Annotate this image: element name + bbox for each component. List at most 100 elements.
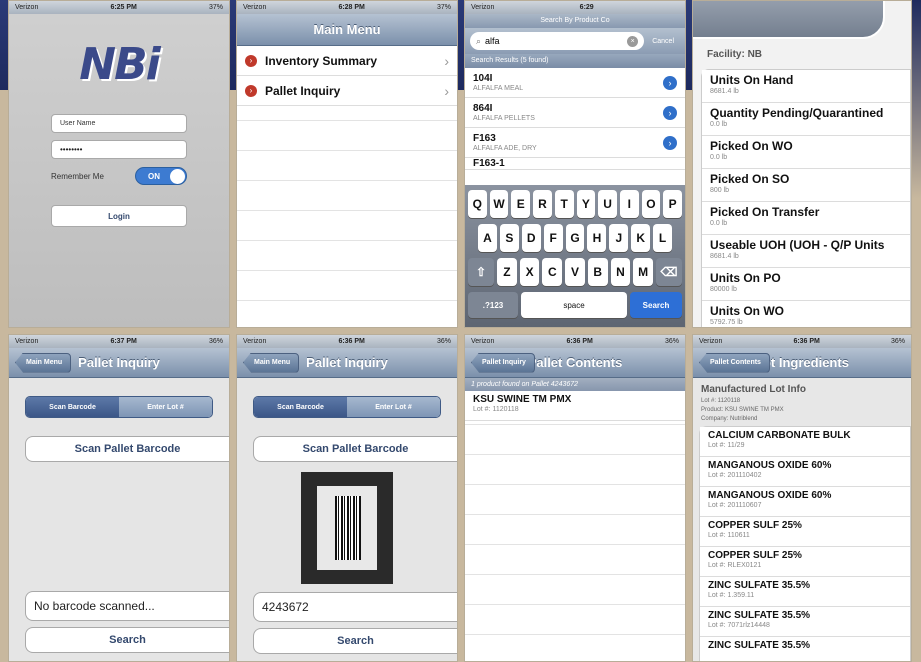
login-button[interactable]: Login [51,205,187,227]
lot-info: Manufactured Lot Info Lot #: 1120118 Pro… [693,378,911,426]
remember-row: Remember Me ON [51,167,187,185]
key-z[interactable]: Z [497,258,517,286]
summary-label: Quantity Pending/Quarantined [710,106,884,120]
result-name: ALFALFA PELLETS [473,115,535,122]
chevron-right-icon: › [444,82,449,99]
key-f[interactable]: F [543,224,563,252]
carrier: Verizon [15,338,39,345]
item-name: KSU SWINE TM PMX [473,394,572,405]
back-button[interactable]: Main Menu [243,352,300,373]
list-item[interactable]: KSU SWINE TM PMX Lot #: 1120118 [465,391,685,421]
segment-label: Enter Lot # [147,403,184,411]
backspace-key-icon[interactable]: ⌫ [656,258,683,286]
key-w[interactable]: W [489,190,509,218]
key-label: Search [642,300,670,310]
ingredient-row[interactable]: COPPER SULF 25% Lot #: 110611 [700,517,910,547]
status-bar: Verizon 6:36 PM 36% [693,335,911,348]
ingredient-row[interactable]: ZINC SULFATE 35.5% Lot #: 7071rlz14448 [700,607,910,637]
search-button[interactable]: Search [25,627,229,653]
back-label: Pallet Contents [710,359,761,366]
search-button[interactable]: Search [253,628,457,654]
key-b[interactable]: B [587,258,608,286]
menu-item-pallet-inquiry[interactable]: › Pallet Inquiry › [237,76,457,106]
result-row[interactable]: 104I ALFALFA MEAL › [465,68,685,98]
menu-item-label: Pallet Inquiry [265,83,341,98]
facility-header: Facility: NB [693,49,911,65]
key-g[interactable]: G [565,224,585,252]
summary-label: Useable UOH (UOH - Q/P Units [710,238,885,252]
password-field[interactable]: •••••••• [51,140,187,159]
segment-label: Scan Barcode [277,403,324,411]
key-k[interactable]: K [631,224,651,252]
cancel-button[interactable]: Cancel [652,38,674,45]
key-s[interactable]: S [499,224,519,252]
segment-scan-barcode[interactable]: Scan Barcode [26,397,119,417]
key-q[interactable]: Q [468,190,487,218]
ingredient-row[interactable]: ZINC SULFATE 35.5% Lot #: 1.359.11 [700,577,910,607]
detail-disclosure-icon[interactable]: › [663,105,677,120]
search-header-label: Search By Product Co [540,17,610,24]
clear-icon[interactable]: × [627,35,639,47]
result-row[interactable]: F163-1 [465,158,685,170]
username-field[interactable]: User Name [51,114,187,133]
ingredient-list: CALCIUM CARBONATE BULK Lot #: 11/29 MANGAN… [699,426,911,661]
result-row[interactable]: 864I ALFALFA PELLETS › [465,98,685,128]
ingredient-row[interactable]: MANGANOUS OXIDE 60% Lot #: 201110402 [700,457,910,487]
barcode-field[interactable]: 4243672 [253,592,457,622]
key-p[interactable]: P [663,190,683,218]
key-c[interactable]: C [542,258,563,286]
key-a[interactable]: A [478,224,497,252]
segment-scan-barcode[interactable]: Scan Barcode [254,397,347,417]
back-button[interactable]: Pallet Inquiry [471,352,535,373]
clock: 6:25 PM [110,4,137,11]
ingredient-lot: Lot #: RLEX0121 [708,562,762,569]
ingredient-lot: Lot #: 110611 [708,532,750,539]
ingredient-row[interactable]: CALCIUM CARBONATE BULK Lot #: 11/29 [700,427,910,457]
detail-disclosure-icon[interactable]: › [663,75,677,90]
key-j[interactable]: J [609,224,629,252]
key-h[interactable]: H [587,224,607,252]
key-e[interactable]: E [511,190,531,218]
key-d[interactable]: D [521,224,541,252]
back-label: Main Menu [254,359,291,366]
ingredient-row[interactable]: COPPER SULF 25% Lot #: RLEX0121 [700,547,910,577]
key-i[interactable]: I [619,190,639,218]
scan-pallet-barcode-button[interactable]: Scan Pallet Barcode [25,436,229,462]
result-code: F163-1 [473,158,505,169]
nav-bar: Main Menu Pallet Inquiry [9,348,229,378]
segment-enter-lot[interactable]: Enter Lot # [347,397,440,417]
key-r[interactable]: R [533,190,552,218]
key-o[interactable]: O [641,190,661,218]
key-t[interactable]: T [554,190,574,218]
back-button[interactable]: Pallet Contents [699,352,770,373]
shift-key-icon[interactable]: ⇧ [468,258,494,286]
key-m[interactable]: M [633,258,654,286]
scan-pallet-barcode-button[interactable]: Scan Pallet Barcode [253,436,457,462]
key-search[interactable]: Search [630,292,682,318]
key-numbers[interactable]: .?123 [468,292,518,318]
battery: 36% [436,338,451,345]
key-x[interactable]: X [519,258,540,286]
summary-value: 5792.75 lb [710,319,743,326]
search-input[interactable]: ⌕ alfa × [470,32,645,50]
button-label: Search [337,635,374,647]
lot-number: Lot #: 1120118 [701,398,741,404]
ingredient-row[interactable]: MANGANOUS OXIDE 60% Lot #: 201110607 [700,487,910,517]
battery: 37% [208,4,223,11]
summary-row: Useable UOH (UOH - Q/P Units 8681.4 lb [702,235,910,268]
key-v[interactable]: V [565,258,585,286]
key-u[interactable]: U [598,190,617,218]
key-y[interactable]: Y [576,190,596,218]
detail-disclosure-icon[interactable]: › [663,135,677,150]
result-row[interactable]: F163 ALFALFA ADE, DRY › [465,128,685,158]
segment-enter-lot[interactable]: Enter Lot # [119,397,212,417]
remember-toggle[interactable]: ON [135,167,187,185]
back-button[interactable]: Main Menu [15,352,72,373]
battery: 36% [890,338,905,345]
ingredient-row[interactable]: ZINC SULFATE 35.5% [700,637,910,661]
key-l[interactable]: L [653,224,673,252]
key-n[interactable]: N [610,258,631,286]
barcode-field[interactable]: No barcode scanned... [25,591,229,621]
key-space[interactable]: space [521,292,627,318]
menu-item-inventory-summary[interactable]: › Inventory Summary › [237,46,457,76]
